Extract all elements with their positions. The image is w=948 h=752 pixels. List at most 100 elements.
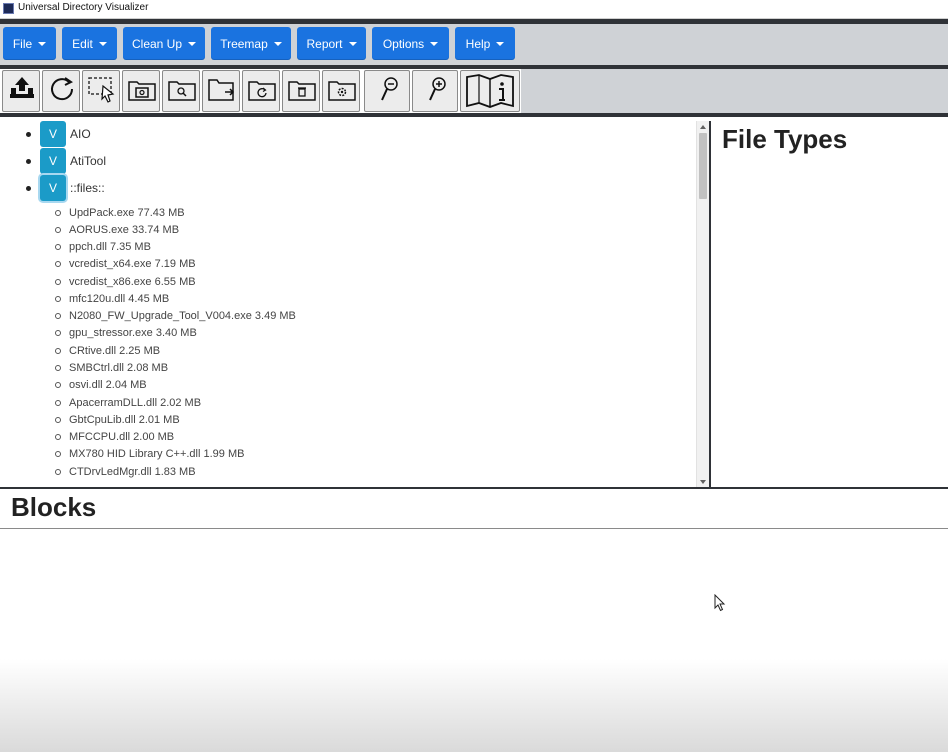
circle-bullet-icon — [55, 381, 61, 388]
refresh-button[interactable] — [42, 70, 80, 112]
directory-tree-panel: V AIO V AtiTool V ::files:: UpdPack.exe … — [0, 121, 711, 488]
file-entry-text: osvi.dll 2.04 MB — [69, 378, 147, 391]
file-list-item[interactable]: AORUS.exe 33.74 MB — [55, 221, 179, 238]
circle-bullet-icon — [55, 226, 61, 233]
select-icon — [88, 77, 115, 103]
menu-report-label: Report — [306, 36, 343, 51]
file-list-item[interactable]: mfc120u.dll 4.45 MB — [55, 290, 169, 307]
circle-bullet-icon — [55, 416, 61, 423]
expand-toggle-button[interactable]: V — [40, 121, 66, 147]
info-book-icon — [466, 74, 514, 108]
file-list-item[interactable]: vcredist_x64.exe 7.19 MB — [55, 255, 196, 272]
file-list-item[interactable]: GbtCpuLib.dll 2.01 MB — [55, 411, 180, 428]
title-bar: Universal Directory Visualizer — [0, 0, 948, 19]
blocks-panel: Blocks — [0, 487, 948, 752]
folder-open-icon — [208, 79, 235, 101]
circle-bullet-icon — [55, 295, 61, 302]
file-list-item[interactable]: ppch.dll 7.35 MB — [55, 238, 151, 255]
upload-icon — [10, 77, 34, 98]
file-list-item[interactable]: vcredist_x86.exe 6.55 MB — [55, 273, 196, 290]
folder-open-button[interactable] — [202, 70, 240, 112]
file-list-item[interactable]: gpu_stressor.exe 3.40 MB — [55, 324, 197, 341]
caret-down-icon — [430, 41, 439, 46]
folder-delete-button[interactable] — [282, 70, 320, 112]
circle-bullet-icon — [55, 468, 61, 475]
circle-bullet-icon — [55, 364, 61, 371]
expand-toggle-button[interactable]: V — [40, 175, 66, 201]
file-list-item[interactable]: osvi.dll 2.04 MB — [55, 376, 147, 393]
file-types-heading: File Types — [722, 124, 848, 154]
menu-options-button[interactable]: Options — [372, 27, 449, 60]
menu-help-label: Help — [465, 36, 491, 51]
file-entry-text: UpdPack.exe 77.43 MB — [69, 206, 185, 219]
window-title: Universal Directory Visualizer — [18, 2, 149, 13]
folder-search-icon — [168, 81, 196, 101]
menu-cleanup-button[interactable]: Clean Up — [123, 27, 205, 60]
app-icon — [3, 3, 14, 14]
scrollbar-thumb[interactable] — [699, 133, 707, 199]
file-entry-text: vcredist_x64.exe 7.19 MB — [69, 257, 196, 270]
zoom-out-icon — [381, 77, 398, 101]
menu-cleanup-label: Clean Up — [131, 36, 183, 51]
menu-report-button[interactable]: Report — [297, 27, 366, 60]
menu-options-label: Options — [382, 36, 425, 51]
file-entry-text: AORUS.exe 33.74 MB — [69, 223, 180, 236]
file-list-item[interactable]: N2080_FW_Upgrade_Tool_V004.exe 3.49 MB — [55, 307, 296, 324]
menu-treemap-button[interactable]: Treemap — [211, 27, 291, 60]
folder-search-button[interactable] — [162, 70, 200, 112]
info-book-button[interactable] — [460, 70, 520, 112]
file-types-panel: File Types — [713, 121, 948, 488]
file-list-item[interactable]: SMBCtrl.dll 2.08 MB — [55, 359, 168, 376]
scroll-down-icon[interactable] — [700, 480, 706, 484]
circle-bullet-icon — [55, 329, 61, 336]
caret-down-icon — [496, 41, 505, 46]
file-list-item[interactable]: ApacerramDLL.dll 2.02 MB — [55, 394, 201, 411]
select-button[interactable] — [82, 70, 120, 112]
file-entry-text: vcredist_x86.exe 6.55 MB — [69, 275, 196, 288]
file-entry-text: MFCCPU.dll 2.00 MB — [69, 430, 175, 443]
folder-settings-icon — [328, 81, 356, 101]
circle-bullet-icon — [55, 209, 61, 216]
toolbar — [0, 69, 948, 117]
upload-button[interactable] — [2, 70, 40, 112]
file-entry-text: ppch.dll 7.35 MB — [69, 240, 151, 253]
file-entry-text: MX780 HID Library C++.dll 1.99 MB — [69, 447, 245, 460]
file-list-item[interactable]: MX780 HID Library C++.dll 1.99 MB — [55, 445, 244, 462]
file-entry-text: CTDrvLedMgr.dll 1.83 MB — [69, 465, 196, 478]
circle-bullet-icon — [55, 450, 61, 457]
file-list-item[interactable]: UpdPack.exe 77.43 MB — [55, 204, 185, 221]
zoom-out-button[interactable] — [364, 70, 410, 112]
file-list-item[interactable]: MFCCPU.dll 2.00 MB — [55, 428, 174, 445]
folder-refresh-button[interactable] — [242, 70, 280, 112]
file-entry-text: mfc120u.dll 4.45 MB — [69, 292, 170, 305]
tree-root-aio: V AIO — [26, 121, 91, 147]
folder-settings-button[interactable] — [322, 70, 360, 112]
circle-bullet-icon — [55, 260, 61, 267]
tree-root-label[interactable]: ::files:: — [70, 181, 105, 195]
tree-root-atitool: V AtiTool — [26, 148, 106, 174]
expand-toggle-button[interactable]: V — [40, 148, 66, 174]
folder-image-button[interactable] — [122, 70, 160, 112]
menu-file-label: File — [12, 36, 33, 51]
bullet-icon — [26, 131, 31, 137]
tree-scrollbar[interactable] — [696, 121, 709, 488]
caret-down-icon — [273, 41, 282, 46]
file-list-item[interactable]: CRtive.dll 2.25 MB — [55, 342, 160, 359]
zoom-in-icon — [429, 77, 446, 101]
zoom-in-button[interactable] — [412, 70, 458, 112]
scroll-up-icon[interactable] — [700, 125, 706, 129]
file-entry-text: GbtCpuLib.dll 2.01 MB — [69, 413, 180, 426]
caret-down-icon — [98, 41, 107, 46]
tree-root-label[interactable]: AtiTool — [70, 154, 106, 168]
menu-help-button[interactable]: Help — [455, 27, 515, 60]
menu-edit-button[interactable]: Edit — [62, 27, 117, 60]
tree-root-label[interactable]: AIO — [70, 127, 91, 141]
file-list-item[interactable]: CTDrvLedMgr.dll 1.83 MB — [55, 463, 196, 480]
folder-image-icon — [128, 81, 156, 101]
file-entry-text: ApacerramDLL.dll 2.02 MB — [69, 396, 202, 409]
menu-file-button[interactable]: File — [3, 27, 56, 60]
menu-bar: File Edit Clean Up Treemap Report Option… — [0, 19, 948, 69]
circle-bullet-icon — [55, 312, 61, 319]
circle-bullet-icon — [55, 347, 61, 354]
menu-edit-label: Edit — [72, 36, 93, 51]
